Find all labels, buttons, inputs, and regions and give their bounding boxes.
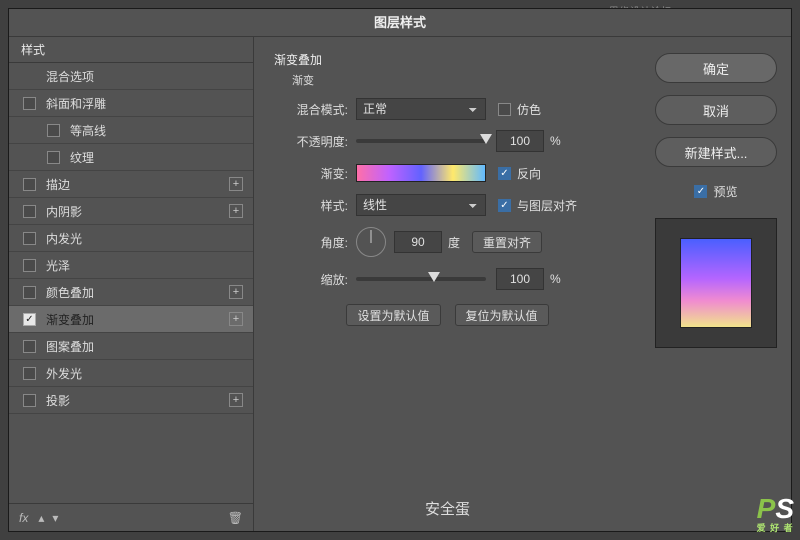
checkbox-icon[interactable]: [47, 124, 60, 137]
sidebar-item-label: 外发光: [46, 365, 243, 382]
sidebar-item[interactable]: 描边+: [9, 171, 253, 198]
preview-box: [655, 218, 777, 348]
dialog-title: 图层样式: [9, 9, 791, 37]
checkbox-icon[interactable]: [23, 394, 36, 407]
checkbox-icon[interactable]: [23, 232, 36, 245]
checkbox-icon[interactable]: ✓: [23, 313, 36, 326]
checkbox-icon[interactable]: [23, 340, 36, 353]
sidebar-item-label: 混合选项: [46, 68, 243, 85]
plus-icon[interactable]: +: [229, 204, 243, 218]
sidebar-item-label: 内阴影: [46, 203, 229, 220]
preview-toggle[interactable]: ✓ 预览: [655, 183, 777, 200]
checkbox-icon[interactable]: [47, 151, 60, 164]
checkbox-icon[interactable]: [23, 367, 36, 380]
sidebar-item[interactable]: ✓ 渐变叠加+: [9, 306, 253, 333]
sidebar-item[interactable]: 内阴影+: [9, 198, 253, 225]
sidebar-item[interactable]: 内发光: [9, 225, 253, 252]
preview-checkbox-icon: ✓: [694, 185, 707, 198]
fx-icon[interactable]: fx: [19, 511, 28, 525]
sidebar-item-label: 投影: [46, 392, 229, 409]
preview-swatch: [680, 238, 752, 328]
style-select[interactable]: 线性: [356, 194, 486, 216]
styles-list: 混合选项 斜面和浮雕等高线纹理描边+内阴影+内发光光泽颜色叠加+✓渐变叠加+图案…: [9, 63, 253, 503]
dither-checkbox[interactable]: [498, 103, 511, 116]
plus-icon[interactable]: +: [229, 285, 243, 299]
sidebar-item[interactable]: 光泽: [9, 252, 253, 279]
sidebar-item[interactable]: 等高线: [9, 117, 253, 144]
align-label: 与图层对齐: [517, 197, 577, 214]
angle-unit: 度: [448, 234, 460, 251]
arrow-down-icon[interactable]: ▾: [52, 511, 58, 525]
sidebar-item[interactable]: 图案叠加: [9, 333, 253, 360]
sidebar-item-blend-options[interactable]: 混合选项: [9, 63, 253, 90]
options-panel: 渐变叠加 渐变 混合模式: 正常 仿色 不透明度: % 渐变: ✓ 反向: [254, 37, 641, 531]
sidebar-item[interactable]: 纹理: [9, 144, 253, 171]
align-checkbox[interactable]: ✓: [498, 199, 511, 212]
angle-input[interactable]: [394, 231, 442, 253]
ps-watermark: PS 爱 好 者: [757, 493, 794, 534]
blend-mode-select[interactable]: 正常: [356, 98, 486, 120]
styles-sidebar: 样式 混合选项 斜面和浮雕等高线纹理描边+内阴影+内发光光泽颜色叠加+✓渐变叠加…: [9, 37, 254, 531]
plus-icon[interactable]: +: [229, 177, 243, 191]
preview-label: 预览: [713, 183, 737, 200]
plus-icon[interactable]: +: [229, 393, 243, 407]
sidebar-item[interactable]: 外发光: [9, 360, 253, 387]
sidebar-item[interactable]: 投影+: [9, 387, 253, 414]
reverse-label: 反向: [517, 165, 541, 182]
checkbox-icon[interactable]: [23, 259, 36, 272]
trash-icon[interactable]: 🗑: [228, 511, 243, 525]
reset-align-button[interactable]: 重置对齐: [472, 231, 542, 253]
sidebar-item-label: 颜色叠加: [46, 284, 229, 301]
arrow-up-icon[interactable]: ▴: [38, 511, 44, 525]
new-style-button[interactable]: 新建样式...: [655, 137, 777, 167]
sub-title: 渐变: [292, 72, 621, 88]
bottom-caption: 安全蛋: [425, 498, 470, 519]
sidebar-item-label: 图案叠加: [46, 338, 243, 355]
sidebar-item-label: 光泽: [46, 257, 243, 274]
blend-mode-label: 混合模式:: [274, 101, 348, 118]
checkbox-icon[interactable]: [23, 205, 36, 218]
angle-dial[interactable]: [356, 227, 386, 257]
dither-label: 仿色: [517, 101, 541, 118]
checkbox-icon[interactable]: [23, 97, 36, 110]
opacity-label: 不透明度:: [274, 133, 348, 150]
gradient-label: 渐变:: [274, 165, 348, 182]
sidebar-item-label: 描边: [46, 176, 229, 193]
opacity-slider[interactable]: [356, 139, 486, 143]
gradient-picker[interactable]: [356, 164, 486, 182]
sidebar-item-label: 内发光: [46, 230, 243, 247]
checkbox-icon[interactable]: [23, 178, 36, 191]
sidebar-header: 样式: [9, 37, 253, 63]
reverse-checkbox[interactable]: ✓: [498, 167, 511, 180]
scale-input[interactable]: [496, 268, 544, 290]
reset-default-button[interactable]: 复位为默认值: [455, 304, 549, 326]
action-panel: 确定 取消 新建样式... ✓ 预览: [641, 37, 791, 531]
group-title: 渐变叠加: [274, 51, 621, 68]
scale-slider[interactable]: [356, 277, 486, 281]
style-label: 样式:: [274, 197, 348, 214]
plus-icon[interactable]: +: [229, 312, 243, 326]
scale-label: 缩放:: [274, 271, 348, 288]
checkbox-icon[interactable]: [23, 286, 36, 299]
opacity-input[interactable]: [496, 130, 544, 152]
scale-unit: %: [550, 272, 561, 286]
ok-button[interactable]: 确定: [655, 53, 777, 83]
sidebar-item[interactable]: 颜色叠加+: [9, 279, 253, 306]
sidebar-item[interactable]: 斜面和浮雕: [9, 90, 253, 117]
angle-label: 角度:: [274, 234, 348, 251]
cancel-button[interactable]: 取消: [655, 95, 777, 125]
opacity-unit: %: [550, 134, 561, 148]
sidebar-item-label: 斜面和浮雕: [46, 95, 243, 112]
layer-style-dialog: 图层样式 样式 混合选项 斜面和浮雕等高线纹理描边+内阴影+内发光光泽颜色叠加+…: [8, 8, 792, 532]
set-default-button[interactable]: 设置为默认值: [346, 304, 440, 326]
sidebar-item-label: 纹理: [70, 149, 243, 166]
sidebar-item-label: 渐变叠加: [46, 311, 229, 328]
sidebar-footer: fx ▴ ▾ 🗑: [9, 503, 253, 531]
sidebar-item-label: 等高线: [70, 122, 243, 139]
